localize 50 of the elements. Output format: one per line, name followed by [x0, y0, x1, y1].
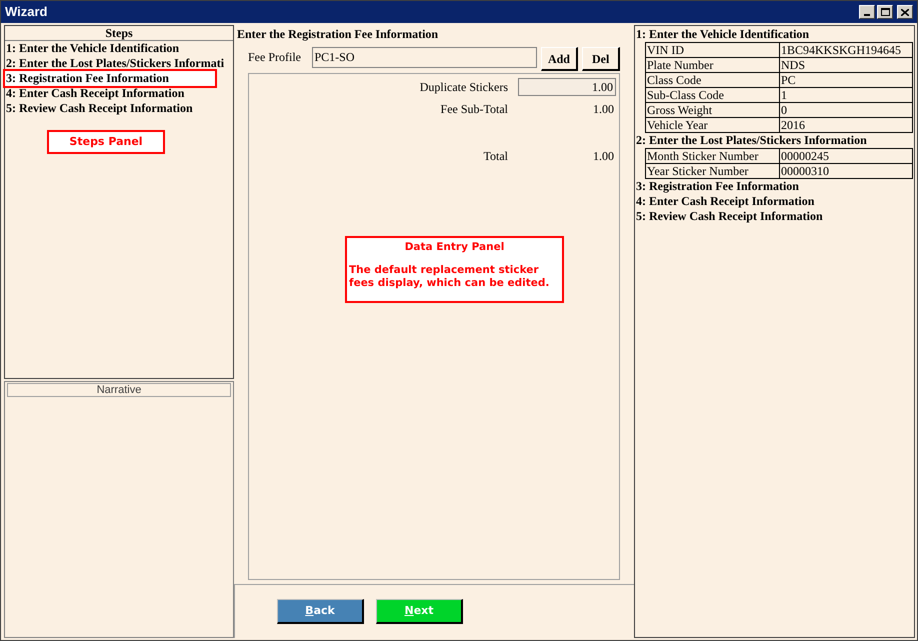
data-entry-heading: Enter the Registration Fee Information [236, 26, 440, 42]
summary-label-cell: Plate Number [646, 58, 780, 72]
summary-label-cell: Class Code [646, 73, 780, 87]
summary-value-cell: NDS [780, 58, 913, 72]
fee-amount-field[interactable]: 1.00 [518, 78, 616, 96]
maximize-icon [880, 8, 890, 16]
minimize-button[interactable] [859, 5, 875, 19]
step-item[interactable]: 3: Registration Fee Information [5, 71, 215, 86]
fee-amount: 1.00 [592, 148, 615, 164]
step-item[interactable]: 1: Enter the Vehicle Identification [5, 41, 233, 56]
summary-value-cell: PC [780, 73, 913, 87]
back-button[interactable]: Back [277, 599, 364, 624]
steps-title: Steps [5, 26, 233, 41]
fee-profile-label: Fee Profile [248, 49, 302, 66]
summary-section-title: 4: Enter Cash Receipt Information [635, 194, 816, 209]
fee-label: Total [484, 148, 508, 164]
summary-label-cell: Year Sticker Number [646, 164, 780, 178]
summary-value-cell: 0 [780, 103, 913, 117]
callout-text: The default replacement sticker fees display, which can be edited. [349, 264, 550, 290]
summary-value-cell: 1BC94KKSKGH194645 [780, 43, 913, 57]
window-title: Wizard [5, 3, 48, 22]
summary-label-cell: Sub-Class Code [646, 88, 780, 102]
summary-section-title: 2: Enter the Lost Plates/Stickers Information [635, 133, 868, 148]
summary-label-cell: Vehicle Year [646, 118, 780, 132]
step-item[interactable]: 5: Review Cash Receipt Information [5, 101, 233, 116]
summary-label-cell: Gross Weight [646, 103, 780, 117]
summary-section-title: 3: Registration Fee Information [635, 179, 800, 194]
summary-value-cell: 2016 [780, 118, 913, 132]
maximize-button[interactable] [877, 5, 893, 19]
close-icon [901, 8, 909, 16]
close-button[interactable] [897, 5, 913, 19]
summary-section-title: 5: Review Cash Receipt Information [635, 209, 824, 224]
callout-title: Data Entry Panel [404, 240, 506, 255]
narrative-title: Narrative [7, 383, 231, 397]
fee-label: Fee Sub-Total [440, 100, 508, 118]
summary-value-cell: 00000310 [780, 164, 913, 178]
step-item[interactable]: 2: Enter the Lost Plates/Stickers Informati [5, 56, 233, 71]
summary-label-cell: Month Sticker Number [646, 149, 780, 163]
step-item[interactable]: 4: Enter Cash Receipt Information [5, 86, 233, 101]
summary-value-cell: 1 [780, 88, 913, 102]
profile-button[interactable]: Add [540, 47, 578, 71]
fee-profile-field[interactable]: PC1-SO [312, 47, 537, 68]
minimize-icon [864, 14, 870, 16]
fee-label: Duplicate Stickers [420, 78, 508, 96]
summary-section-title: 1: Enter the Vehicle Identification [635, 27, 810, 42]
summary-label-cell: VIN ID [646, 43, 780, 57]
steps-panel-callout: Steps Panel [47, 130, 165, 154]
summary-value-cell: 00000245 [780, 149, 913, 163]
profile-button[interactable]: Del [582, 47, 620, 71]
fee-amount: 1.00 [592, 100, 615, 118]
